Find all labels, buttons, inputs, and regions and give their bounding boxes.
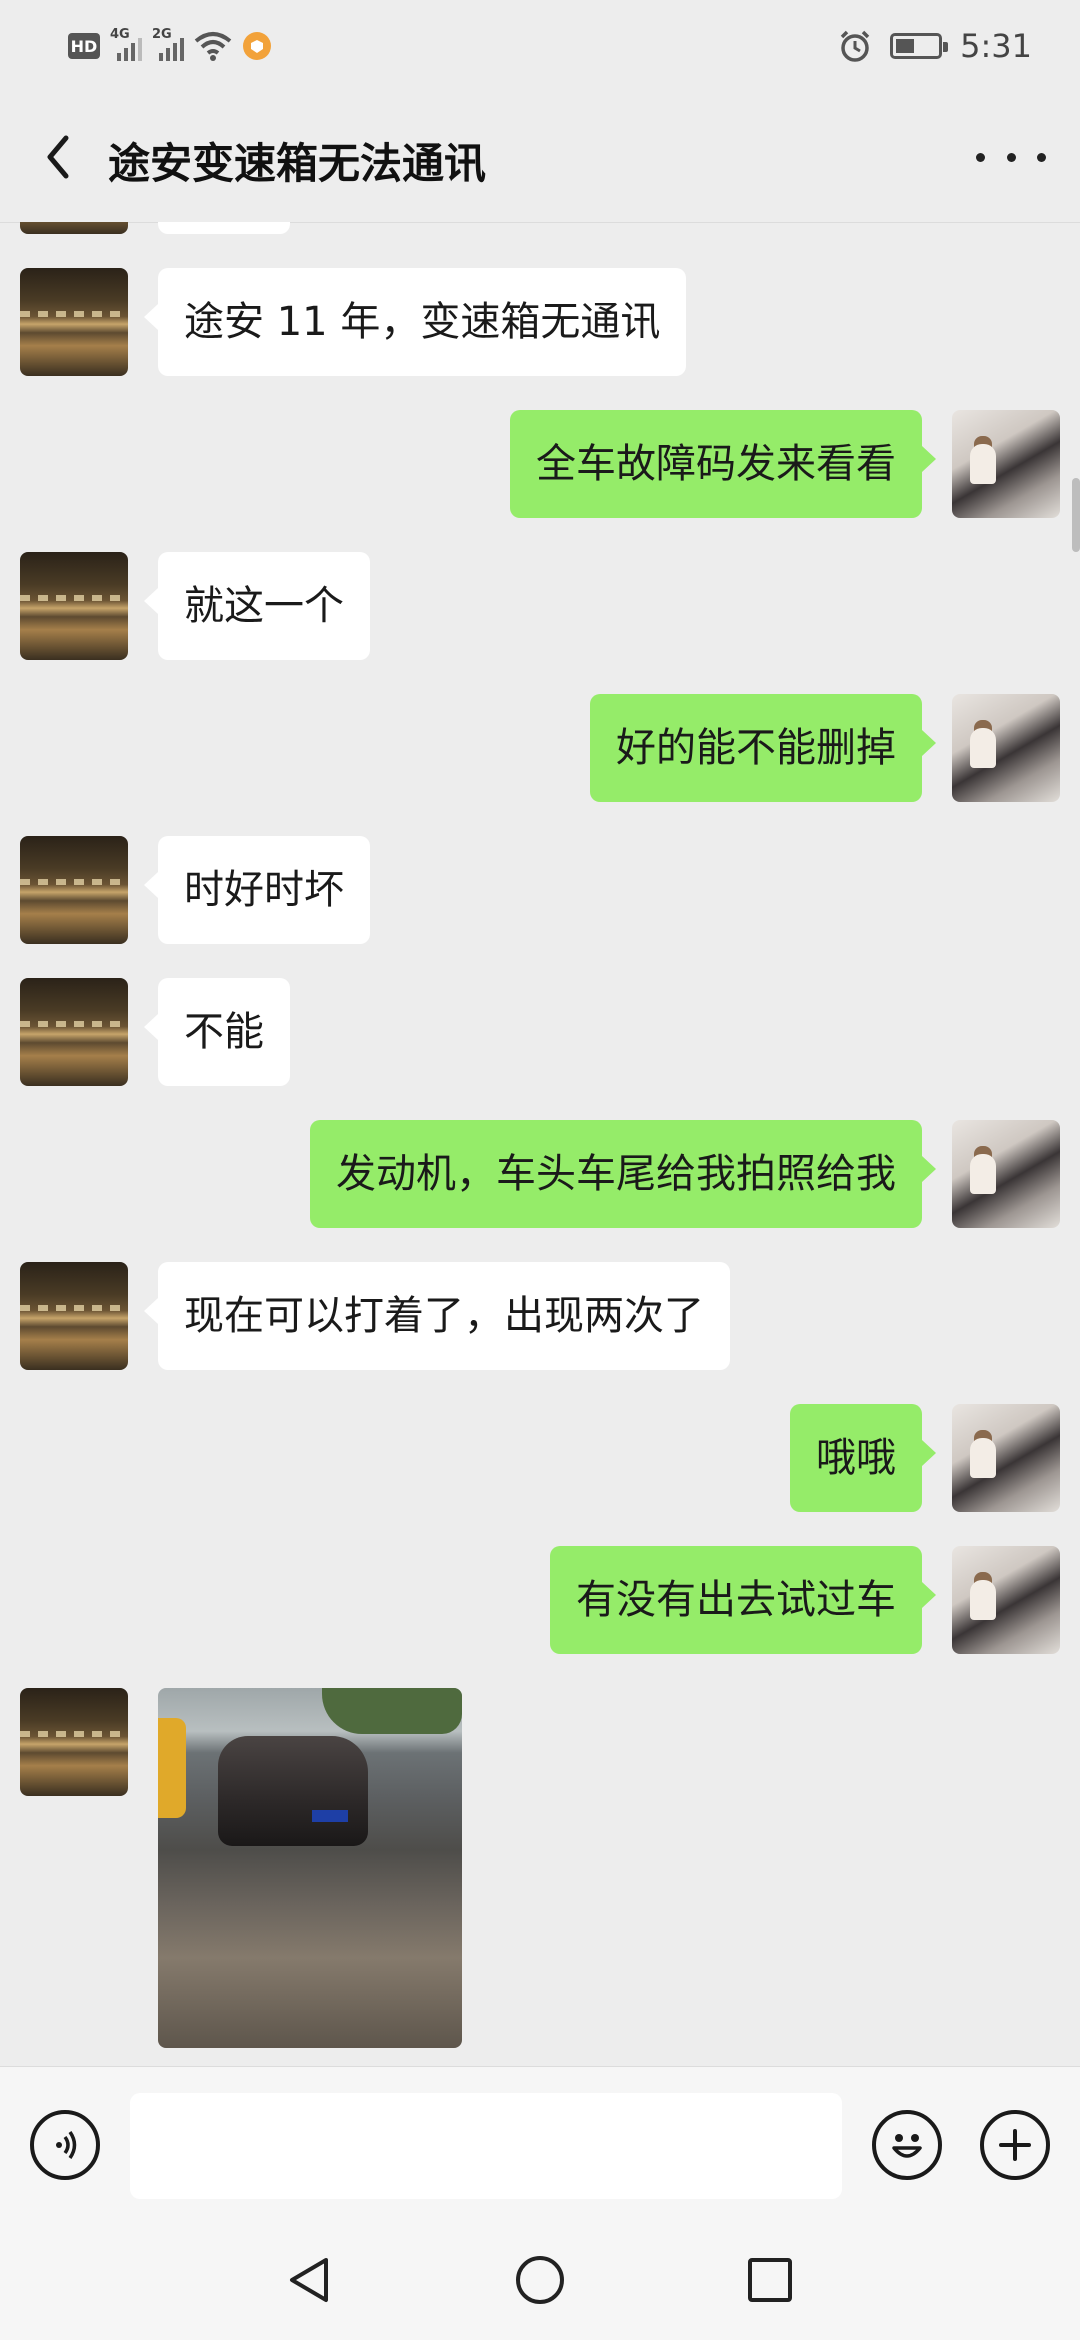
my-avatar[interactable] (952, 694, 1060, 802)
signal-4g-icon: 4G (110, 27, 142, 61)
photo-tree (322, 1688, 462, 1734)
emoji-icon[interactable] (872, 2110, 942, 2180)
incoming-message-bubble[interactable]: 就这一个 (144, 552, 370, 660)
status-left: HD 4G 2G (68, 27, 272, 64)
incoming-message-bubble[interactable]: 不能 (144, 978, 290, 1086)
signal-2g-icon: 2G (152, 27, 184, 61)
alarm-icon (840, 30, 870, 62)
my-avatar[interactable] (952, 1404, 1060, 1512)
outgoing-message-bubble[interactable]: 好的能不能删掉 (590, 694, 936, 802)
scrollbar[interactable] (1072, 478, 1080, 552)
clock: 5:31 (960, 27, 1032, 65)
status-right: 5:31 (838, 24, 1032, 68)
nav-back-icon[interactable] (282, 2252, 338, 2308)
message-list[interactable]: 你好途安 11 年，变速箱无通讯全车故障码发来看看就这一个好的能不能删掉时好时坏… (0, 222, 1080, 2066)
input-bar (0, 2066, 1080, 2223)
nav-home-icon[interactable] (512, 2252, 568, 2308)
contact-avatar[interactable] (20, 222, 128, 234)
contact-avatar[interactable] (20, 268, 128, 376)
photo-plate (312, 1810, 348, 1822)
status-bar: HD 4G 2G 5:31 (0, 0, 1080, 92)
network-2g-label: 2G (152, 27, 172, 42)
wifi-icon (194, 32, 232, 61)
incoming-message-bubble[interactable]: 你好 (158, 222, 290, 234)
nav-recent-icon[interactable] (742, 2252, 798, 2308)
chat-title: 途安变速箱无法通讯 (108, 139, 487, 188)
incoming-message-bubble[interactable]: 时好时坏 (144, 836, 370, 944)
battery-icon (890, 33, 949, 59)
hd-badge: HD (68, 33, 100, 59)
voice-icon[interactable] (30, 2110, 100, 2180)
contact-avatar[interactable] (20, 552, 128, 660)
back-arrow-icon[interactable] (30, 122, 90, 192)
incoming-message-bubble[interactable]: 途安 11 年，变速箱无通讯 (143, 268, 687, 376)
more-dots-icon[interactable] (976, 132, 1046, 182)
chat-header: 途安变速箱无法通讯 (0, 92, 1080, 223)
outgoing-message-bubble[interactable]: 哦哦 (790, 1404, 936, 1512)
contact-avatar[interactable] (20, 836, 128, 944)
photo-car (218, 1736, 368, 1846)
notification-app-icon (243, 32, 271, 60)
system-nav-bar (0, 2222, 1080, 2340)
my-avatar[interactable] (952, 410, 1060, 518)
outgoing-message-bubble[interactable]: 全车故障码发来看看 (510, 410, 936, 518)
outgoing-message-bubble[interactable]: 有没有出去试过车 (550, 1546, 936, 1654)
my-avatar[interactable] (952, 1546, 1060, 1654)
outgoing-message-bubble[interactable]: 发动机，车头车尾给我拍照给我 (310, 1120, 936, 1228)
battery-fill (896, 39, 915, 53)
photo-taxi (158, 1718, 186, 1818)
incoming-message-bubble[interactable]: 现在可以打着了，出现两次了 (144, 1262, 730, 1370)
contact-avatar[interactable] (20, 978, 128, 1086)
image-message[interactable] (158, 1688, 462, 2048)
message-input[interactable] (130, 2093, 842, 2199)
network-4g-label: 4G (110, 27, 130, 42)
my-avatar[interactable] (952, 1120, 1060, 1228)
plus-icon[interactable] (980, 2110, 1050, 2180)
contact-avatar[interactable] (20, 1262, 128, 1370)
contact-avatar[interactable] (20, 1688, 128, 1796)
